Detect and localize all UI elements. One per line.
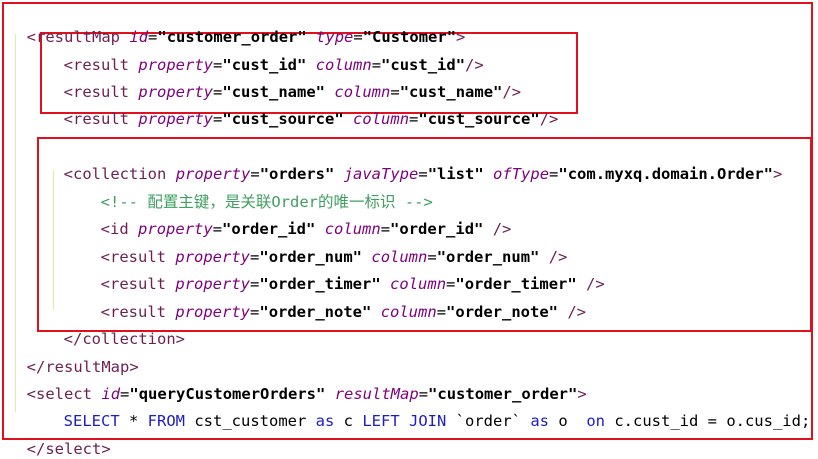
code-line-2[interactable]: <result property="cust_id" column="cust_… [45,35,484,74]
indent-guide [53,170,54,310]
code-line-15[interactable]: SELECT * FROM cst_customer as c LEFT JOI… [45,391,811,430]
code-line-1[interactable]: <resultMap id="customer_order" type="Cus… [8,7,466,46]
code-line-12[interactable]: </collection> [45,309,185,348]
sql-text: c [334,412,363,430]
code-line-6[interactable]: <collection property="orders" javaType="… [45,144,783,183]
attribute: column [353,110,410,128]
value: "order_note" [446,303,559,321]
bracket: < [26,385,37,403]
value: "cust_source" [418,110,540,128]
sql-text: * [119,412,148,430]
value: "com.myxq.domain.Order" [558,165,774,183]
code-line-11[interactable]: <result property="order_note" column="or… [82,282,586,321]
sql-keyword: LEFT JOIN [362,412,447,430]
attribute: ofType [493,165,550,183]
code-line-8[interactable]: <id property="order_id" column="order_id… [82,199,512,238]
sql-keyword: as [530,412,549,430]
attribute: property [138,110,214,128]
code-line-7[interactable]: <!-- 配置主键，是关联Order的唯一标识 --> [82,172,433,211]
bracket: /> [539,110,559,128]
code-line-9[interactable]: <result property="order_num" column="ord… [82,227,568,266]
code-line-14[interactable]: <select id="queryCustomerOrders" resultM… [8,364,587,403]
value: "cust_source" [222,110,344,128]
sql-text: o [549,412,587,430]
value: "list" [427,165,484,183]
code-line-4[interactable]: <result property="cust_source" column="c… [45,89,559,128]
sql-text: `order` [446,412,531,430]
sql-keyword: on [586,412,605,430]
bracket: < [63,110,74,128]
attribute: property [175,303,251,321]
bracket: < [26,28,37,46]
value: "order_note" [259,303,372,321]
sql-text: c.cust_id = o.cus_id; [605,412,811,430]
code-line-3[interactable]: <result property="cust_name" column="cus… [45,62,521,101]
tag-name: result [73,110,130,128]
bracket: < [63,165,74,183]
code-line-16[interactable]: </select> [8,419,111,458]
code-line-10[interactable]: <result property="order_timer" column="o… [82,254,605,293]
sql-keyword: FROM [147,412,185,430]
closing-tag: </select> [26,440,111,458]
sql-text: cst_customer [185,412,316,430]
attribute: column [380,303,437,321]
bracket: > [773,165,783,183]
code-line-13[interactable]: </resultMap> [8,337,139,376]
bracket: /> [558,303,587,321]
sql-keyword: as [315,412,335,430]
